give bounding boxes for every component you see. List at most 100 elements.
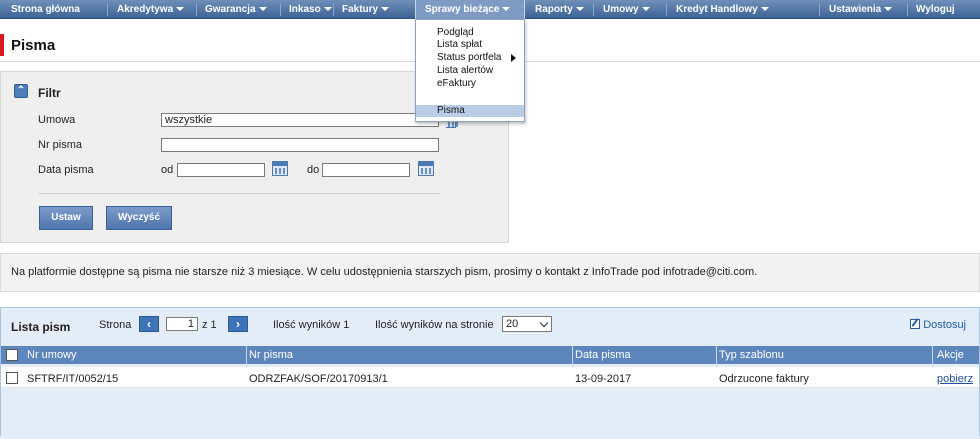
nav-separator [280,3,281,16]
menu-item-label: Pisma [437,105,465,116]
cell-data-pisma: 13-09-2017 [575,373,632,385]
nav-label: Inkaso [289,4,321,15]
chevron-down-icon [539,318,549,328]
nav-faktury[interactable]: Faktury [342,0,390,19]
page-number-input[interactable]: 1 [166,317,198,331]
info-text: Na platformie dostępne są pisma nie star… [11,266,758,278]
calendar-icon[interactable] [418,161,434,176]
nav-label: Umowy [603,4,639,15]
column-header-data-pisma[interactable]: Data pisma [575,349,631,361]
nav-label: Akredytywa [117,4,174,15]
menu-item-status-portfela[interactable]: Status portfela [416,52,524,64]
page-of-label: z 1 [202,319,217,331]
data-pisma-label: Data pisma [38,164,94,176]
chevron-down-icon [381,7,390,11]
nav-separator [819,3,820,16]
menu-item-pisma[interactable]: Pisma [416,105,524,117]
nav-separator [593,3,594,16]
nav-separator [196,3,197,16]
edit-icon [910,319,921,329]
apply-filter-button[interactable]: Ustaw [39,206,93,230]
column-header-nr-pisma[interactable]: Nr pisma [249,349,293,361]
nav-separator [907,3,908,16]
chevron-right-icon [511,54,516,62]
umowa-select[interactable]: wszystkie [161,113,439,127]
column-header-akcje: Akcje [937,349,964,361]
row-checkbox[interactable] [6,372,18,384]
menu-item-label: Lista alertów [437,65,494,76]
chevron-down-icon [258,7,267,11]
nr-pisma-input[interactable] [161,138,439,152]
results-count: Ilość wyników 1 [273,319,350,331]
menu-item-lista-splat[interactable]: Lista spłat [416,39,524,51]
chevron-down-icon [884,7,893,11]
menu-item-lista-alertow[interactable]: Lista alertów [416,65,524,77]
page-label: Strona [99,319,132,331]
do-label: do [307,164,320,176]
nav-kredyt-handlowy[interactable]: Kredyt Handlowy [676,0,769,19]
column-header-nr-umowy[interactable]: Nr umowy [27,349,77,361]
nav-strona-glowna[interactable]: Strona główna [11,0,80,19]
next-page-button[interactable]: › [228,316,248,332]
nav-separator [666,3,667,16]
per-page-select[interactable]: 20 [502,316,552,332]
sprawy-biezace-dropdown: Podgląd Lista spłat Status portfela List… [415,19,525,122]
nav-akredytywa[interactable]: Akredytywa [117,0,185,19]
cell-typ-szablonu: Odrzucone faktury [719,373,809,385]
date-to-input[interactable] [322,163,410,177]
clear-filter-button[interactable]: Wyczyść [106,206,172,230]
filter-title: Filtr [38,86,61,100]
per-page-label: Ilość wyników na stronie [375,319,494,331]
chevron-down-icon [641,7,650,11]
per-page-value: 20 [506,318,519,330]
menu-item-label: Status portfela [437,52,502,63]
nav-label: Strona główna [11,4,80,15]
nav-separator [107,3,108,16]
chevron-down-icon [502,7,511,11]
column-header-typ-szablonu[interactable]: Typ szablonu [719,349,784,361]
nav-ustawienia[interactable]: Ustawienia [829,0,893,19]
nr-pisma-label: Nr pisma [38,139,83,151]
chevron-down-icon [760,7,769,11]
menu-item-label: Podgląd [437,27,474,38]
menu-item-label: eFaktury [437,78,476,89]
collapse-icon[interactable]: ⌃ [14,84,28,98]
nav-wyloguj[interactable]: Wyloguj [916,0,955,19]
calendar-icon[interactable] [272,161,288,176]
list-title: Lista pism [11,320,71,334]
table-header [1,346,979,364]
umowa-label: Umowa [38,114,76,126]
nav-sprawy-biezace[interactable]: Sprawy bieżące [415,0,525,19]
nav-gwarancja[interactable]: Gwarancja [205,0,267,19]
nav-label: Ustawienia [829,4,882,15]
nav-label: Faktury [342,4,379,15]
divider [38,193,440,194]
app-root: Strona główna Akredytywa Gwarancja Inkas… [0,0,980,439]
date-from-input[interactable] [177,163,265,177]
chevron-down-icon [575,7,584,11]
menu-item-efaktury[interactable]: eFaktury [416,78,524,90]
nav-label: Kredyt Handlowy [676,4,758,15]
nav-separator [333,3,334,16]
menu-item-podglad[interactable]: Podgląd [416,27,524,39]
download-link[interactable]: pobierz [937,373,973,385]
customize-label: Dostosuj [923,319,966,331]
top-navigation: Strona główna Akredytywa Gwarancja Inkas… [0,0,980,19]
nav-label: Raporty [535,4,573,15]
menu-item-label: Lista spłat [437,39,483,50]
previous-page-button[interactable]: ‹ [139,316,159,332]
nav-inkaso[interactable]: Inkaso [289,0,332,19]
title-accent-bar [0,34,4,56]
od-label: od [161,164,174,176]
chevron-down-icon [176,7,185,11]
page-title: Pisma [11,37,56,54]
cell-nr-pisma: ODRZFAK/SOF/20170913/1 [249,373,388,385]
nav-raporty[interactable]: Raporty [535,0,584,19]
cell-nr-umowy: SFTRF/IT/0052/15 [27,373,119,385]
select-all-checkbox[interactable] [6,349,18,361]
customize-link[interactable]: Dostosuj [910,319,966,331]
nav-umowy[interactable]: Umowy [603,0,650,19]
nav-label: Wyloguj [916,4,955,15]
nav-label: Gwarancja [205,4,256,15]
nav-label: Sprawy bieżące [425,4,500,15]
